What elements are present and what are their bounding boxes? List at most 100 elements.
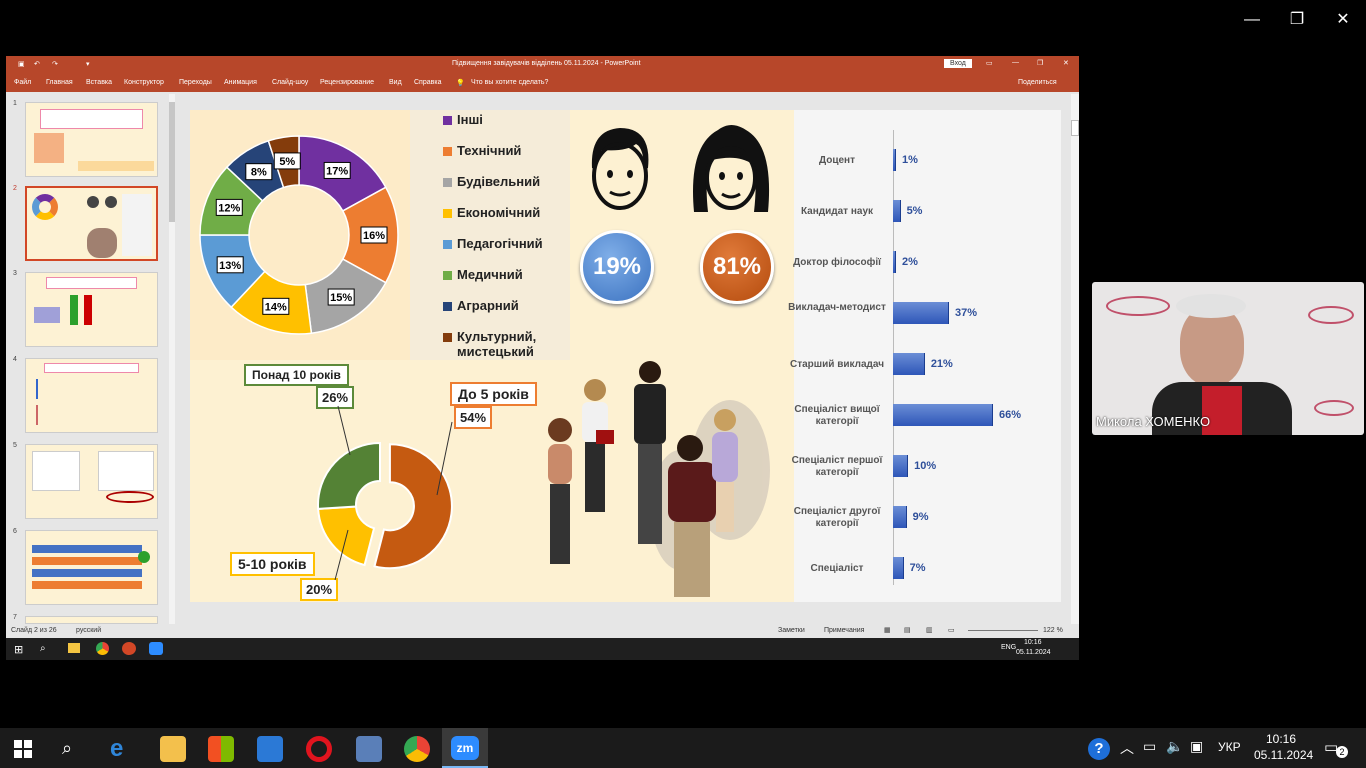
chrome-icon[interactable] xyxy=(404,736,430,762)
mail-icon[interactable] xyxy=(257,736,283,762)
search-icon[interactable]: ⌕ xyxy=(40,643,46,654)
tab-insert[interactable]: Вставка xyxy=(86,79,112,86)
ppt-restore-button[interactable]: ❐ xyxy=(1037,59,1043,67)
reading-view-icon[interactable]: ▥ xyxy=(926,626,933,634)
shared-clock-date: 05.11.2024 xyxy=(1016,649,1051,656)
slide-thumb-4[interactable] xyxy=(25,358,158,433)
volume-icon[interactable]: 🔈 xyxy=(1166,738,1183,755)
slide-thumb-5[interactable] xyxy=(25,444,158,519)
slide-thumb-1[interactable] xyxy=(25,102,158,177)
chrome-icon[interactable] xyxy=(96,642,109,655)
share-button[interactable]: Поделиться xyxy=(1018,79,1057,86)
tab-slideshow[interactable]: Слайд-шоу xyxy=(272,79,308,86)
language-indicator[interactable]: русский xyxy=(76,627,101,634)
opera-icon[interactable] xyxy=(306,736,332,762)
bar-value-label: 9% xyxy=(912,511,929,523)
keyboard-language[interactable]: УКР xyxy=(1218,740,1241,754)
tab-view[interactable]: Вид xyxy=(389,79,402,86)
ppt-title: Підвищення завідувачів відділень 05.11.2… xyxy=(452,60,641,67)
people-illustration xyxy=(548,361,770,597)
login-button[interactable]: Вход xyxy=(944,59,972,68)
tab-transitions[interactable]: Переходы xyxy=(179,79,212,86)
bar-value-label: 21% xyxy=(930,358,953,370)
ribbon-display-icon[interactable]: ▭ xyxy=(986,59,993,67)
file-explorer-icon[interactable] xyxy=(160,736,186,762)
close-button[interactable]: ✕ xyxy=(1328,10,1358,30)
slide-number-2: 2 xyxy=(13,185,17,192)
slide-canvas: 17% 16% 15% 14% 13% 12% 8% 5% Інші Технічний Буді… xyxy=(190,110,1061,602)
zoom-level[interactable]: 122 % xyxy=(1043,627,1063,634)
search-icon[interactable]: ⌕ xyxy=(62,738,72,759)
start-icon[interactable] xyxy=(14,740,32,758)
slide-number-1: 1 xyxy=(13,100,17,107)
sorter-view-icon[interactable]: ▤ xyxy=(904,626,911,634)
video-bg-logo xyxy=(1314,400,1354,416)
chevron-up-icon[interactable]: ︿ xyxy=(1120,738,1134,758)
windows-start-icon[interactable]: ⊞ xyxy=(14,643,23,656)
bar-value-label: 37% xyxy=(955,307,978,319)
restore-button[interactable]: ❐ xyxy=(1282,10,1312,30)
tab-help[interactable]: Справка xyxy=(414,79,441,86)
slide-thumb-3[interactable] xyxy=(25,272,158,347)
file-explorer-icon[interactable] xyxy=(68,643,80,653)
zoom-slider[interactable] xyxy=(968,630,1038,631)
slide-thumb-6[interactable] xyxy=(25,530,158,605)
callout-lines xyxy=(334,405,453,581)
slide-number-5: 5 xyxy=(13,442,17,449)
qualification-bar xyxy=(893,506,907,528)
minimize-button[interactable]: — xyxy=(1237,10,1267,30)
tab-design[interactable]: Конструктор xyxy=(124,79,164,86)
slide-thumb-2-selected[interactable] xyxy=(25,186,158,261)
edge-icon[interactable]: e xyxy=(110,736,136,762)
participant-name: Микола ХОМЕНКО xyxy=(1096,414,1211,429)
tab-file[interactable]: Файл xyxy=(14,79,31,86)
ribbon-tabs: Файл Главная Вставка Конструктор Переход… xyxy=(6,74,1079,92)
video-bg-logo xyxy=(1106,296,1170,316)
bar-category-label: Доктор філософії xyxy=(793,257,881,268)
redo-icon[interactable]: ↷ xyxy=(52,60,58,68)
shared-clock-time: 10:16 xyxy=(1024,639,1042,646)
thumbnail-scrollbar[interactable] xyxy=(169,94,175,624)
comments-button[interactable]: Примечания xyxy=(824,627,864,634)
powerpoint-window: ▣ ↶ ↷ ▾ Підвищення завідувачів відділень… xyxy=(6,56,1079,660)
store-icon[interactable] xyxy=(208,736,234,762)
clock-date[interactable]: 05.11.2024 xyxy=(1254,748,1313,762)
notes-button[interactable]: Заметки xyxy=(778,627,805,634)
participant-video-tile[interactable]: Микола ХОМЕНКО xyxy=(1092,282,1364,435)
bar-category-label: Доцент xyxy=(818,155,855,166)
qualification-bar xyxy=(893,404,993,426)
save-icon[interactable]: ▣ xyxy=(18,60,25,68)
male-head-icon xyxy=(591,128,649,210)
notification-count: 2 xyxy=(1336,746,1348,758)
qat-menu-icon[interactable]: ▾ xyxy=(86,60,90,68)
network-icon[interactable]: ▣ xyxy=(1190,738,1203,755)
help-icon[interactable]: ? xyxy=(1088,738,1110,760)
ppt-titlebar: ▣ ↶ ↷ ▾ Підвищення завідувачів відділень… xyxy=(6,56,1079,74)
normal-view-icon[interactable]: ▦ xyxy=(884,626,891,634)
windows-taskbar: ⌕ e zm ? ︿ ▭ 🔈 ▣ УКР 10:16 05.11.2024 ▭ … xyxy=(0,728,1366,768)
slide-scrollbar[interactable] xyxy=(1071,94,1079,624)
undo-icon[interactable]: ↶ xyxy=(34,60,40,68)
tab-review[interactable]: Рецензирование xyxy=(320,79,374,86)
powerpoint-taskbar-icon[interactable] xyxy=(122,642,136,655)
shared-lang[interactable]: ENG xyxy=(1001,644,1016,651)
gender-panel: 19% 81% xyxy=(570,110,795,364)
network-tool-icon[interactable] xyxy=(356,736,382,762)
tell-me-search[interactable]: Что вы хотите сделать? xyxy=(471,79,548,86)
ppt-close-button[interactable]: ✕ xyxy=(1063,59,1069,67)
qualification-bar xyxy=(893,149,896,171)
bar-category-label: Спеціаліст вищої категорії xyxy=(794,404,880,427)
zoom-taskbar-icon[interactable] xyxy=(149,642,163,655)
ppt-minimize-button[interactable]: — xyxy=(1012,59,1019,66)
qualification-bar xyxy=(893,251,897,273)
clock-time[interactable]: 10:16 xyxy=(1266,732,1296,746)
tab-animation[interactable]: Анимация xyxy=(224,79,257,86)
zoom-app-active[interactable]: zm xyxy=(442,728,488,768)
battery-icon[interactable]: ▭ xyxy=(1143,738,1156,755)
tab-home[interactable]: Главная xyxy=(46,79,73,86)
male-percent-badge: 19% xyxy=(580,230,654,304)
slideshow-view-icon[interactable]: ▭ xyxy=(948,626,955,634)
slide-thumb-7[interactable] xyxy=(25,616,158,624)
bar-value-label: 1% xyxy=(902,154,918,166)
slide-number-4: 4 xyxy=(13,356,17,363)
